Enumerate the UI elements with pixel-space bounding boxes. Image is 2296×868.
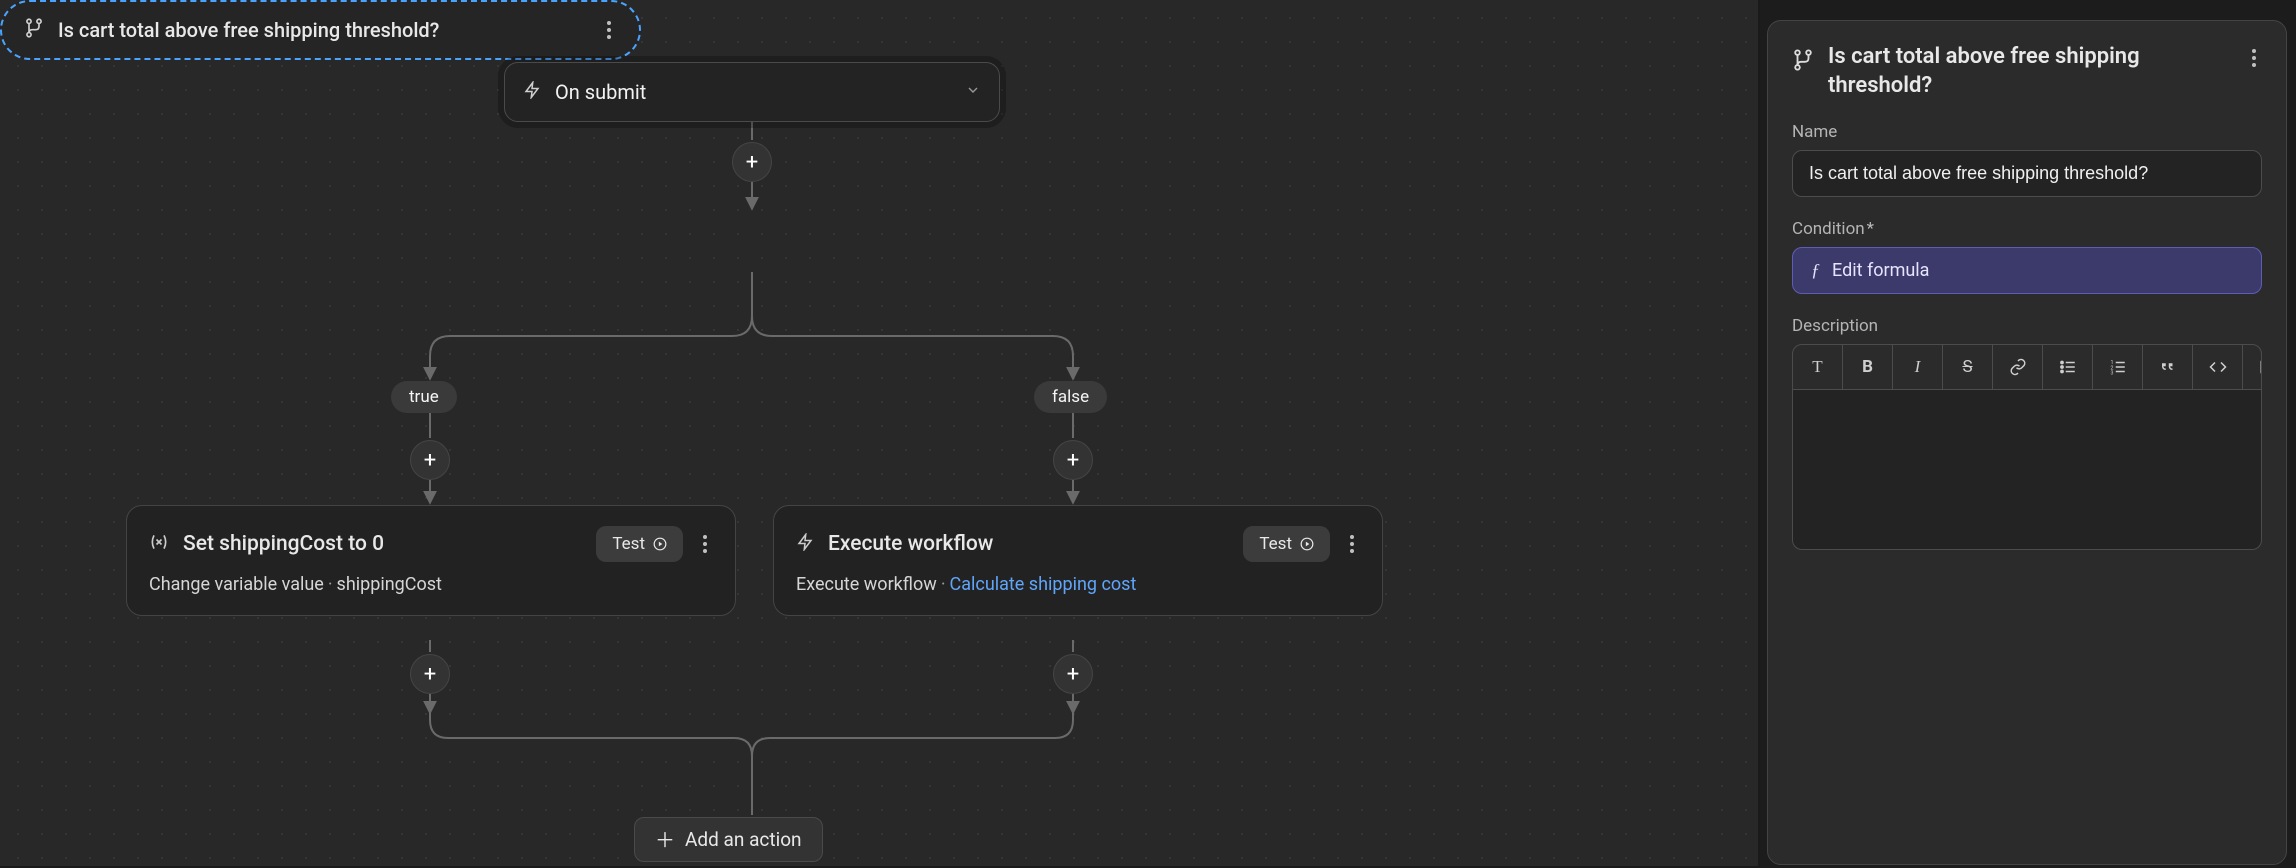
action-card-execute-workflow[interactable]: Execute workflow Test Execute workflow·C… (773, 505, 1383, 616)
play-icon (653, 537, 667, 551)
name-input[interactable] (1792, 150, 2262, 197)
test-button[interactable]: Test (1243, 526, 1330, 562)
branch-icon (1792, 49, 1814, 75)
toolbar-strikethrough[interactable]: S (1943, 345, 1993, 389)
toolbar-image[interactable] (2243, 345, 2262, 389)
branch-title: Is cart total above free shipping thresh… (58, 18, 439, 42)
branch-menu-icon[interactable] (601, 15, 617, 45)
add-step-true-before[interactable]: + (410, 440, 450, 480)
action-title: Set shippingCost to 0 (183, 532, 582, 556)
add-action-button[interactable]: ＋ Add an action (634, 817, 823, 862)
panel-title: Is cart total above free shipping thresh… (1828, 43, 2232, 100)
action-menu-icon[interactable] (697, 529, 713, 559)
action-subtitle: Change variable value·shippingCost (149, 574, 713, 595)
branch-tag-false: false (1034, 381, 1107, 413)
plus-icon: ＋ (655, 830, 675, 850)
edit-formula-button[interactable]: ƒ Edit formula (1792, 247, 2262, 294)
test-button[interactable]: Test (596, 526, 683, 562)
toolbar-italic[interactable]: I (1893, 345, 1943, 389)
branch-tag-true: true (391, 381, 457, 413)
name-label: Name (1792, 122, 2262, 142)
add-step-true-after[interactable]: + (410, 654, 450, 694)
properties-panel: Is cart total above free shipping thresh… (1767, 20, 2287, 865)
toolbar-text-style[interactable]: T (1793, 345, 1843, 389)
action-menu-icon[interactable] (1344, 529, 1360, 559)
chevron-down-icon (965, 82, 981, 102)
add-step-false-after[interactable]: + (1053, 654, 1093, 694)
toolbar-link[interactable] (1993, 345, 2043, 389)
toolbar-bold[interactable]: B (1843, 345, 1893, 389)
action-subtitle: Execute workflow·Calculate shipping cost (796, 574, 1360, 595)
rich-text-toolbar: T B I S 123 (1792, 344, 2262, 390)
branch-icon (24, 18, 44, 42)
description-input[interactable] (1792, 390, 2262, 550)
toolbar-code[interactable] (2193, 345, 2243, 389)
function-icon: ƒ (1811, 260, 1820, 281)
toolbar-quote[interactable] (2143, 345, 2193, 389)
lightning-icon (796, 533, 814, 555)
branch-node[interactable]: Is cart total above free shipping thresh… (0, 0, 641, 60)
panel-menu-icon[interactable] (2246, 43, 2262, 73)
trigger-label: On submit (555, 80, 646, 104)
action-card-set-variable[interactable]: Set shippingCost to 0 Test Change variab… (126, 505, 736, 616)
lightning-icon (523, 81, 541, 103)
workflow-canvas[interactable]: On submit + Is cart total above free shi… (0, 0, 1760, 868)
condition-label: Condition* (1792, 219, 2262, 239)
play-icon (1300, 537, 1314, 551)
svg-text:3: 3 (2110, 371, 2113, 377)
toolbar-numbered-list[interactable]: 123 (2093, 345, 2143, 389)
toolbar-bullet-list[interactable] (2043, 345, 2093, 389)
add-step-false-before[interactable]: + (1053, 440, 1093, 480)
action-title: Execute workflow (828, 532, 1229, 556)
description-label: Description (1792, 316, 2262, 336)
trigger-node[interactable]: On submit (504, 62, 1000, 122)
connectors (0, 0, 1760, 868)
variable-icon (149, 532, 169, 556)
workflow-link[interactable]: Calculate shipping cost (950, 574, 1137, 595)
add-step-after-trigger[interactable]: + (732, 142, 772, 182)
